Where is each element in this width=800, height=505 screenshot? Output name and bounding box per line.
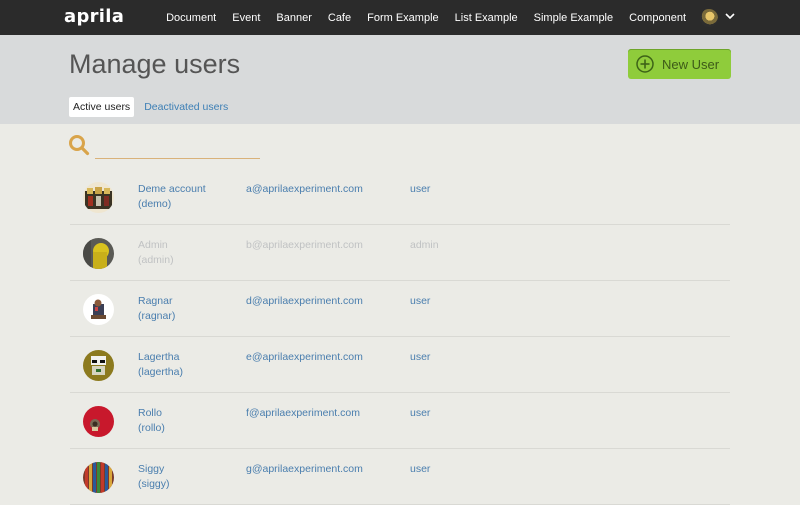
avatar <box>83 294 114 325</box>
user-name[interactable]: Admin (admin) <box>138 238 174 268</box>
user-row-siggy[interactable]: Siggy (siggy) g@aprilaexperiment.com use… <box>70 449 730 505</box>
user-row-ragnar[interactable]: Ragnar (ragnar) d@aprilaexperiment.com u… <box>70 281 730 337</box>
new-user-button[interactable]: New User <box>628 49 731 79</box>
user-role: user <box>410 295 431 307</box>
user-name[interactable]: Rollo (rollo) <box>138 406 165 436</box>
user-tabs: Active users Deactivated users <box>69 97 232 117</box>
user-email: g@aprilaexperiment.com <box>246 463 363 475</box>
user-name[interactable]: Siggy (siggy) <box>138 462 170 492</box>
user-username: (demo) <box>138 198 172 210</box>
page-header: Manage users New User Active users Deact… <box>0 35 800 124</box>
user-role: user <box>410 463 431 475</box>
user-row-demo[interactable]: Deme account (demo) a@aprilaexperiment.c… <box>70 169 730 225</box>
nav-link-simple-example[interactable]: Simple Example <box>534 12 613 24</box>
user-email: d@aprilaexperiment.com <box>246 295 363 307</box>
avatar <box>83 182 114 213</box>
user-role: user <box>410 407 431 419</box>
user-display-name: Ragnar <box>138 295 173 307</box>
user-username: (rollo) <box>138 422 165 434</box>
nav-links: Document Event Banner Cafe Form Example … <box>166 0 686 35</box>
user-list: Deme account (demo) a@aprilaexperiment.c… <box>70 169 730 505</box>
user-display-name: Deme account <box>138 183 206 195</box>
avatar <box>83 462 114 493</box>
user-role: user <box>410 183 431 195</box>
user-username: (ragnar) <box>138 310 176 322</box>
user-username: (admin) <box>138 254 174 266</box>
user-username: (lagertha) <box>138 366 183 378</box>
search-icon <box>69 135 90 156</box>
user-name[interactable]: Deme account (demo) <box>138 182 206 212</box>
user-row-admin[interactable]: Admin (admin) b@aprilaexperiment.com adm… <box>70 225 730 281</box>
user-role: admin <box>410 239 439 251</box>
nav-link-cafe[interactable]: Cafe <box>328 12 351 24</box>
nav-link-event[interactable]: Event <box>232 12 260 24</box>
nav-link-banner[interactable]: Banner <box>276 12 311 24</box>
new-user-label: New User <box>662 56 720 72</box>
user-name[interactable]: Ragnar (ragnar) <box>138 294 175 324</box>
user-avatar[interactable] <box>700 9 718 27</box>
user-email: a@aprilaexperiment.com <box>246 183 363 195</box>
avatar <box>83 238 114 269</box>
user-username: (siggy) <box>138 478 170 490</box>
avatar <box>83 350 114 381</box>
nav-link-form-example[interactable]: Form Example <box>367 12 439 24</box>
tab-deactivated-users[interactable]: Deactivated users <box>140 97 232 117</box>
user-display-name: Admin <box>138 239 168 251</box>
nav-link-list-example[interactable]: List Example <box>455 12 518 24</box>
chevron-down-icon[interactable] <box>724 10 736 22</box>
user-row-rollo[interactable]: Rollo (rollo) f@aprilaexperiment.com use… <box>70 393 730 449</box>
tab-active-users[interactable]: Active users <box>69 97 135 117</box>
user-row-lagertha[interactable]: Lagertha (lagertha) e@aprilaexperiment.c… <box>70 337 730 393</box>
user-display-name: Lagertha <box>138 351 180 363</box>
brand-logo[interactable]: aprila <box>64 6 124 27</box>
avatar <box>83 406 114 437</box>
page-title: Manage users <box>69 49 241 79</box>
user-email: e@aprilaexperiment.com <box>246 351 363 363</box>
nav-link-component[interactable]: Component <box>629 12 686 24</box>
nav-link-document[interactable]: Document <box>166 12 216 24</box>
top-navbar: aprila Document Event Banner Cafe Form E… <box>0 0 800 35</box>
search-input[interactable] <box>95 134 260 159</box>
user-email: b@aprilaexperiment.com <box>246 239 363 251</box>
user-name[interactable]: Lagertha (lagertha) <box>138 350 183 380</box>
user-display-name: Rollo <box>138 407 162 419</box>
user-email: f@aprilaexperiment.com <box>246 407 360 419</box>
add-circle-icon <box>636 55 654 73</box>
user-role: user <box>410 351 431 363</box>
user-display-name: Siggy <box>138 463 165 475</box>
